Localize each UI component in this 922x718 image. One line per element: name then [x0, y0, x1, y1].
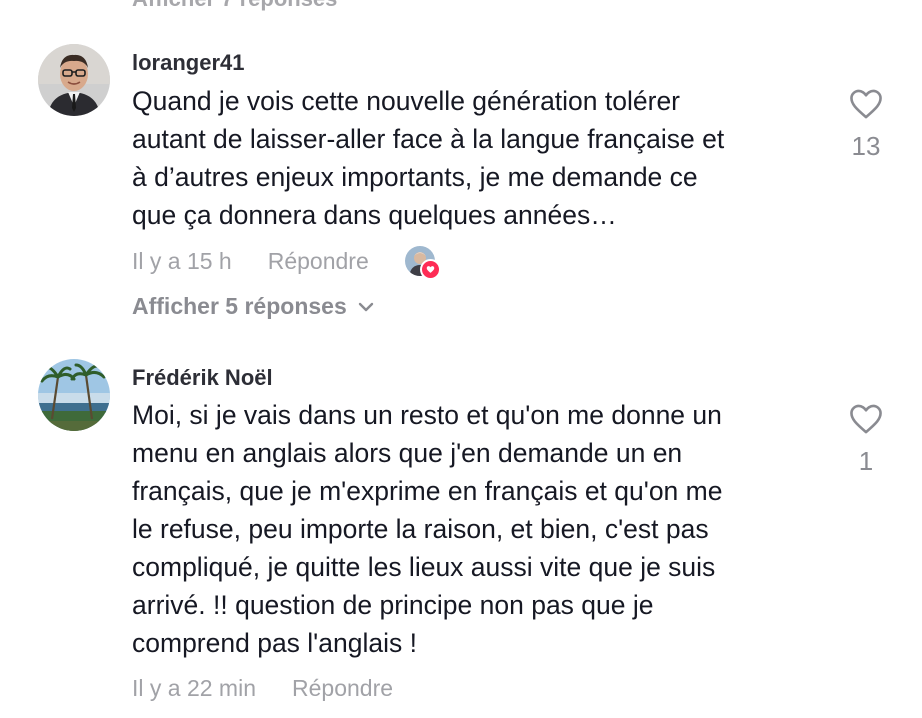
comments-panel: Afficher 7 réponses loranger41 Quand je …: [0, 0, 922, 718]
comment-text-line: compliqué, je quitte les lieux aussi vit…: [132, 552, 716, 582]
comment-text-line: arrivé. !! question de principe non pas …: [132, 590, 654, 620]
heart-outline-icon[interactable]: [838, 403, 894, 440]
comment-timestamp: Il y a 15 h: [132, 247, 232, 274]
comment-text-line: français, que je m'exprime en français e…: [132, 476, 723, 506]
like-control[interactable]: 13: [838, 88, 894, 162]
reply-button[interactable]: Répondre: [268, 248, 369, 275]
heart-outline-icon[interactable]: [838, 88, 894, 125]
avatar[interactable]: [38, 359, 110, 431]
comment-text-line: comprend pas l'anglais !: [132, 628, 417, 658]
view-replies-button[interactable]: Afficher 5 réponses: [132, 293, 375, 320]
like-count: 13: [851, 131, 881, 161]
comment-text-line: autant de laisser-aller face à la langue…: [132, 124, 725, 154]
comment-username[interactable]: loranger41: [132, 50, 245, 76]
chevron-down-icon: [357, 301, 375, 313]
comment-text-line: menu en anglais alors que j'en demande u…: [132, 438, 683, 468]
comment-text-line: Quand je vois cette nouvelle génération …: [132, 86, 681, 116]
comment-timestamp: Il y a 22 min: [132, 675, 256, 701]
comment-text-line: Moi, si je vais dans un resto et qu'on m…: [132, 400, 722, 430]
comment-text: Moi, si je vais dans un resto et qu'on m…: [132, 396, 822, 662]
heart-badge-icon: [419, 259, 441, 280]
like-count: 1: [858, 446, 874, 476]
comment-text-line: le refuse, peu importe la raison, et bie…: [132, 514, 709, 544]
view-replies-label: Afficher 5 réponses: [132, 293, 347, 319]
avatar[interactable]: [38, 44, 110, 116]
reply-button[interactable]: Répondre: [292, 675, 393, 702]
comment-meta: Il y a 22 min Répondre: [132, 675, 393, 702]
creator-liked-icon: [404, 246, 441, 280]
view-replies-partial[interactable]: Afficher 7 réponses: [132, 0, 337, 12]
comment-username[interactable]: Frédérik Noël: [132, 365, 273, 391]
comment-meta: Il y a 15 h Répondre: [132, 246, 441, 280]
comment-text-line: que ça donnera dans quelques années…: [132, 200, 617, 230]
comment-text-line: à d’autres enjeux importants, je me dema…: [132, 162, 698, 192]
comment-text: Quand je vois cette nouvelle génération …: [132, 82, 822, 234]
like-control[interactable]: 1: [838, 403, 894, 477]
